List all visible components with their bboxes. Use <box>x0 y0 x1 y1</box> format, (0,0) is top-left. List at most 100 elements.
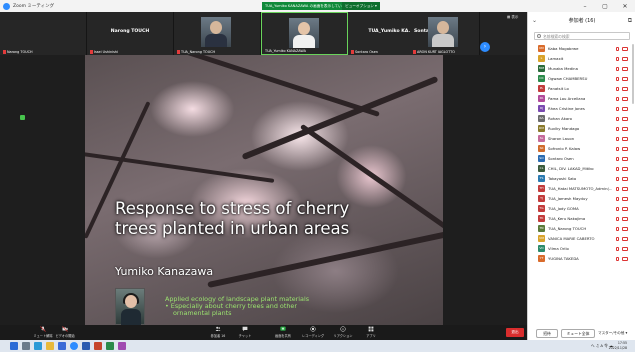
maximize-button[interactable]: ▢ <box>595 0 615 12</box>
participant-row[interactable]: TH TUA_Hatai MATSUMOTO_Admin(...) <box>528 184 635 194</box>
avatar: TK <box>538 215 545 222</box>
participant-row[interactable]: PL Panatsit Lo <box>528 84 635 94</box>
zoom-window: Zoom ミーティング TUA_Yumiko KANAZAWA の画面を表示して… <box>0 0 635 352</box>
tile-name: Sontaro Osen <box>351 50 378 54</box>
participants-button[interactable]: 参加者 16 <box>205 326 231 339</box>
leave-meeting-button[interactable]: 退出 <box>506 328 524 337</box>
video-camera-icon <box>62 326 68 332</box>
app-icon[interactable] <box>118 342 126 350</box>
avatar: PA <box>538 95 545 102</box>
search-icon[interactable] <box>22 342 30 350</box>
participant-row[interactable]: PA Pama Lou Arcellana <box>528 94 635 104</box>
participant-name: Panatsit Lo <box>548 86 569 91</box>
participant-row[interactable]: RJ Rhea Cristine Jones <box>528 104 635 114</box>
tile-name: Issei Ushinishi <box>90 50 118 54</box>
participant-row[interactable]: TG TUA_Jody GOMA <box>528 204 635 214</box>
powerpoint-icon[interactable] <box>94 342 102 350</box>
participant-name: Sharon Lauon <box>548 136 575 141</box>
avatar: RJ <box>538 105 545 112</box>
video-strip: Narong TOUCH Narong TOUCH Issei Ushinish… <box>0 12 527 55</box>
chevron-down-icon[interactable]: ⌄ <box>532 12 537 30</box>
close-window-button[interactable]: ✕ <box>615 0 635 12</box>
participant-name: TUA_Narong TOUCH <box>548 226 587 231</box>
word-icon[interactable] <box>82 342 90 350</box>
start-video-button[interactable]: ビデオの開始 <box>52 326 78 339</box>
muted-mic-icon <box>616 247 619 251</box>
participant-name: Pama Lou Arcellana <box>548 96 586 101</box>
view-toggle[interactable]: ▦ 表示 <box>507 15 518 20</box>
video-off-icon <box>622 197 628 201</box>
participant-row[interactable]: RA Rohan Akaro <box>528 114 635 124</box>
more-options-button[interactable]: マスター/その他 ▾ <box>598 329 632 338</box>
video-off-icon <box>622 127 628 131</box>
excel-icon[interactable] <box>106 342 114 350</box>
share-screen-button[interactable]: 画面を共有 <box>270 326 296 339</box>
participant-name: TUA_Keru Nakajima <box>548 216 586 221</box>
participant-row[interactable]: CL CHIL, DIV. LAKAD_Mitiko <box>528 164 635 174</box>
minimize-button[interactable]: – <box>575 0 595 12</box>
muted-mic-icon <box>616 137 619 141</box>
muted-mic-icon <box>616 107 619 111</box>
windows-taskbar: へ ♫ A 令 ☁ 17:55 2022/11/28 <box>0 340 635 352</box>
participant-row[interactable]: TJ TUA_Jamesh Mayduy <box>528 194 635 204</box>
video-off-icon <box>622 237 628 241</box>
participant-row[interactable]: MM Munaka Medina <box>528 64 635 74</box>
muted-mic-icon <box>616 227 619 231</box>
participant-row[interactable]: TS Takayoshi Sato <box>528 174 635 184</box>
participant-row[interactable]: SL Sharon Lauon <box>528 134 635 144</box>
taskbar-clock[interactable]: 17:55 2022/11/28 <box>609 341 627 351</box>
participant-row[interactable]: L Lamaxit <box>528 54 635 64</box>
participant-row[interactable]: VM VANICA MARIE CABERTO <box>528 234 635 244</box>
video-tile[interactable]: Narong TOUCH <box>0 12 87 55</box>
popout-icon[interactable]: ⧉ <box>628 12 632 30</box>
participant-row[interactable]: KM Kaba Mogabrwe <box>528 44 635 54</box>
record-button[interactable]: レコーディング <box>300 326 326 339</box>
video-tile[interactable]: Narong TOUCH Issei Ushinishi <box>87 12 174 55</box>
participant-row[interactable]: RM Ruvlky Mandago <box>528 124 635 134</box>
microphone-icon <box>40 326 46 332</box>
apps-button[interactable]: アプリ <box>358 326 384 339</box>
next-page-icon[interactable]: › <box>480 42 490 52</box>
participant-row[interactable]: SO Sontaro Osen <box>528 154 635 164</box>
participant-row[interactable]: TK TUA_Keru Nakajima <box>528 214 635 224</box>
mail-icon[interactable] <box>58 342 66 350</box>
reaction-icon <box>340 326 346 332</box>
muted-mic-icon <box>616 167 619 171</box>
sharing-indicator-icon <box>20 115 25 120</box>
participant-name: Ruvlky Mandago <box>548 126 580 131</box>
invite-button[interactable]: 招待 <box>536 329 558 338</box>
participant-row[interactable]: VO Vilma Orilo <box>528 244 635 254</box>
tile-name: ARON KURT IAGLOTTO <box>413 50 455 54</box>
file-explorer-icon[interactable] <box>46 342 54 350</box>
tile-name: TUA_Yumiko KANAZAWA <box>265 49 306 53</box>
windows-start-icon[interactable] <box>10 342 18 350</box>
participants-footer: 招待 ミュート全体 マスター/その他 ▾ <box>528 328 635 340</box>
video-off-icon <box>622 177 628 181</box>
edge-browser-icon[interactable] <box>34 342 42 350</box>
video-tile[interactable]: Sontaro Osen ARON KURT IAGLOTTO <box>410 12 480 55</box>
participant-name: Lamaxit <box>548 56 564 61</box>
participant-row[interactable]: YT YUGINA TAKEDA <box>528 254 635 264</box>
participant-name: TUA_Jamesh Mayduy <box>548 196 588 201</box>
avatar: VM <box>538 235 545 242</box>
muted-mic-icon <box>616 67 619 71</box>
participant-name: Takayoshi Sato <box>548 176 577 181</box>
presentation-slide: Response to stress of cherry trees plant… <box>85 55 443 325</box>
zoom-taskbar-icon[interactable] <box>70 342 78 350</box>
view-options-button[interactable]: ビューオプション ▾ <box>342 2 380 10</box>
participant-row[interactable]: OC Ogwaw CHAMBERSU <box>528 74 635 84</box>
video-tile[interactable]: TUA_Narong TOUCH <box>174 12 261 55</box>
participant-row[interactable]: SK Sofronio P. Kalaw <box>528 144 635 154</box>
video-off-icon <box>622 157 628 161</box>
video-off-icon <box>622 87 628 91</box>
slide-bullets: Applied ecology of landscape plant mater… <box>165 295 310 317</box>
video-off-icon <box>622 207 628 211</box>
chat-button[interactable]: チャット <box>232 326 258 339</box>
muted-mic-icon <box>616 47 619 51</box>
mute-all-button[interactable]: ミュート全体 <box>561 329 595 338</box>
participant-row[interactable]: TN TUA_Narong TOUCH <box>528 224 635 234</box>
tile-center-name: Narong TOUCH <box>110 29 150 34</box>
reactions-button[interactable]: リアクション <box>330 326 356 339</box>
participant-search-input[interactable]: 名前検索の検索 <box>534 32 630 40</box>
video-tile-active-speaker[interactable]: TUA_Yumiko KANAZAWA <box>261 12 348 55</box>
